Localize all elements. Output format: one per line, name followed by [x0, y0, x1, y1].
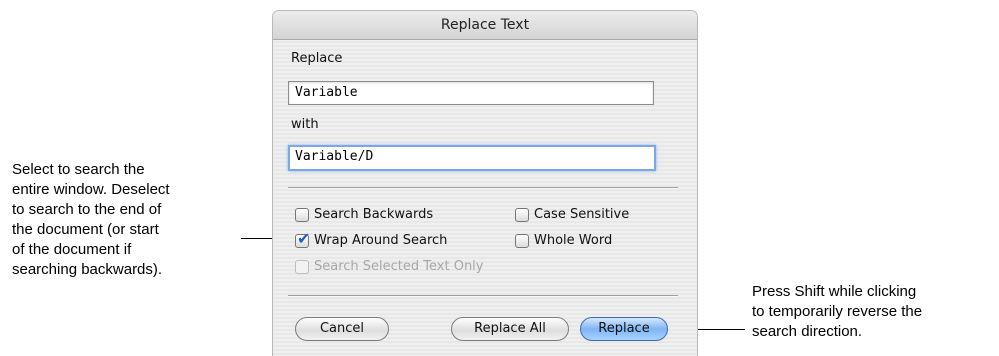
callout-line: Select to search the: [12, 161, 145, 178]
checkbox-box[interactable]: ✔: [295, 228, 311, 248]
replace-text-dialog: Replace Text Replace Variable with Varia…: [273, 11, 697, 356]
separator: [288, 295, 678, 297]
callout-line: search direction.: [752, 323, 863, 340]
callout-line: to search to the end of: [12, 201, 162, 218]
callout-line: entire window. Deselect: [12, 181, 170, 198]
replace-button[interactable]: Replace: [580, 317, 668, 341]
checkmark-icon: ✔: [297, 228, 311, 248]
callout-line: the document (or start: [12, 221, 159, 238]
replace-input[interactable]: Variable: [288, 81, 654, 105]
checkbox-box[interactable]: [515, 207, 529, 222]
checkbox-label: Case Sensitive: [534, 207, 630, 222]
search-selected-only-checkbox: Search Selected Text Only: [295, 259, 483, 274]
separator: [288, 187, 678, 189]
checkbox-label: Search Backwards: [314, 207, 434, 222]
checkbox-label: Whole Word: [534, 233, 613, 248]
callout-wrap-around: Select to search the entire window. Dese…: [12, 160, 252, 280]
cancel-button[interactable]: Cancel: [295, 317, 389, 341]
case-sensitive-checkbox[interactable]: Case Sensitive: [515, 207, 629, 222]
checkbox-label: Wrap Around Search: [314, 233, 448, 248]
callout-replace: Press Shift while clicking to temporaril…: [752, 282, 999, 351]
checkbox-box[interactable]: [295, 207, 309, 222]
wrap-around-checkbox[interactable]: ✔ Wrap Around Search: [295, 228, 448, 248]
dialog-title: Replace Text: [273, 11, 697, 40]
callout-line: of the document if: [12, 241, 132, 258]
callout-line: searching backwards).: [12, 261, 163, 278]
checkbox-box[interactable]: [515, 233, 529, 248]
checkbox-box: [295, 259, 309, 274]
replace-label: Replace: [291, 51, 343, 66]
with-input[interactable]: Variable/D: [288, 145, 656, 171]
callout-line: to temporarily reverse the: [752, 303, 923, 320]
replace-all-button[interactable]: Replace All: [451, 317, 569, 341]
with-label: with: [291, 117, 319, 132]
callout-line: Press Shift while clicking: [752, 283, 917, 300]
checkbox-label: Search Selected Text Only: [314, 259, 484, 274]
search-backwards-checkbox[interactable]: Search Backwards: [295, 207, 433, 222]
whole-word-checkbox[interactable]: Whole Word: [515, 233, 612, 248]
